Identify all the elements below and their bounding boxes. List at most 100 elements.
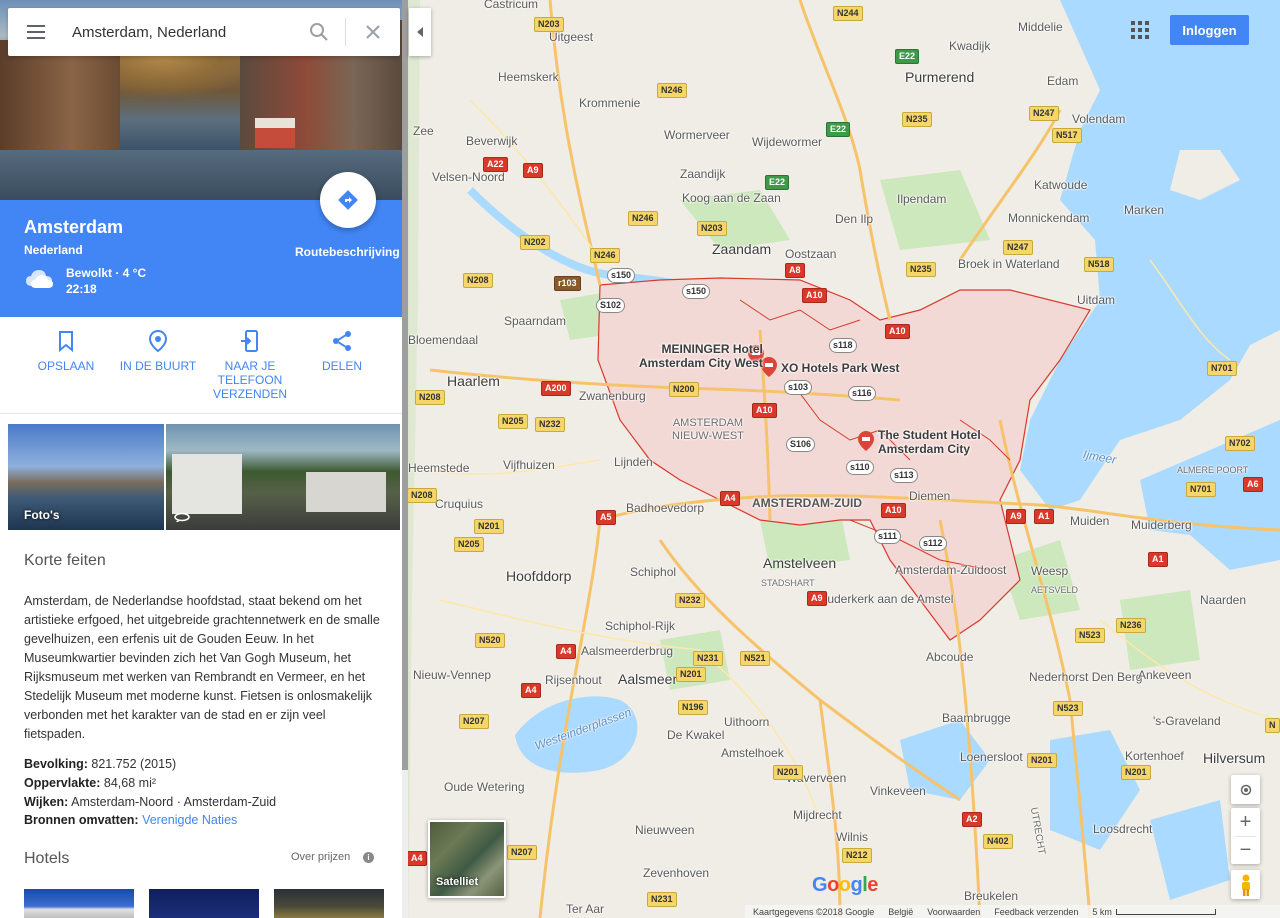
zoom-in-button[interactable]: + xyxy=(1231,808,1260,836)
district-label: ALMERE POORT xyxy=(1177,465,1249,475)
road-shield: s112 xyxy=(919,536,947,551)
share-label: DELEN xyxy=(321,359,362,373)
terms-link[interactable]: Voorwaarden xyxy=(927,907,980,917)
place-label: Abcoude xyxy=(926,650,974,664)
zoom-out-button[interactable]: − xyxy=(1231,836,1260,864)
road-shield: N523 xyxy=(1075,628,1105,643)
panel-scrollbar-thumb[interactable] xyxy=(402,0,408,770)
nearby-button[interactable]: IN DE BUURT xyxy=(112,329,204,373)
place-label: Broek in Waterland xyxy=(958,257,1060,271)
search-box xyxy=(8,8,400,56)
road-shield: E22 xyxy=(765,175,790,190)
hotel-label[interactable]: The Student Hotel Amsterdam City xyxy=(878,428,981,456)
search-input[interactable] xyxy=(64,8,293,56)
hotel-label[interactable]: MEININGER Hotel Amsterdam City West xyxy=(639,342,763,370)
road-shield: S106 xyxy=(786,437,816,452)
hotel-label[interactable]: XO Hotels Park West xyxy=(781,361,900,375)
hotel-thumbnail[interactable] xyxy=(274,889,384,918)
share-icon xyxy=(333,331,351,351)
place-label: Nederhorst Den Berg xyxy=(1029,670,1143,684)
apps-grid-icon[interactable] xyxy=(1128,18,1152,42)
road-shield: N201 xyxy=(676,667,706,682)
place-label: Weesp xyxy=(1031,564,1069,578)
place-label: Amstelveen xyxy=(763,555,837,571)
satellite-toggle[interactable]: Satelliet xyxy=(428,820,506,898)
sources-link[interactable]: Verenigde Naties xyxy=(142,813,237,827)
place-label: Uitgeest xyxy=(549,30,594,44)
photos-thumbnail[interactable]: Foto's xyxy=(8,424,164,530)
search-icon[interactable] xyxy=(293,8,345,56)
fact-label: Bronnen omvatten: xyxy=(24,813,139,827)
road-shield: N521 xyxy=(740,651,770,666)
directions-label[interactable]: Routebeschrijving xyxy=(295,245,400,259)
place-label: Castricum xyxy=(484,0,539,11)
save-label: OPSLAAN xyxy=(37,359,95,373)
hotel-pin-icon[interactable] xyxy=(761,357,777,377)
place-label: Loosdrecht xyxy=(1093,822,1153,836)
road-shield: N236 xyxy=(1116,618,1146,633)
my-location-button[interactable] xyxy=(1231,775,1260,804)
directions-button[interactable] xyxy=(320,172,376,228)
road-shield: s103 xyxy=(784,380,813,395)
road-shield: N207 xyxy=(459,714,489,729)
road-shield: A9 xyxy=(807,591,827,606)
save-button[interactable]: OPSLAAN xyxy=(20,329,112,373)
location-target-icon xyxy=(1240,784,1251,795)
road-shield: N203 xyxy=(697,221,727,236)
place-label: Velsen-Noord xyxy=(432,170,505,184)
place-label: Beverwijk xyxy=(466,134,518,148)
scale-bar[interactable]: 5 km xyxy=(1092,907,1216,917)
menu-icon[interactable] xyxy=(8,8,64,56)
satellite-label: Satelliet xyxy=(436,876,479,888)
maps-app: Castricum Uitgeest Heemskerk Krommenie W… xyxy=(0,0,1280,918)
close-icon[interactable] xyxy=(346,8,400,56)
road-shield: s116 xyxy=(848,386,876,401)
hotel-pin-icon[interactable] xyxy=(858,431,874,451)
road-shield: N202 xyxy=(520,235,550,250)
place-label: Krommenie xyxy=(579,96,641,110)
road-shield: N701 xyxy=(1186,482,1216,497)
road-shield: N235 xyxy=(906,262,936,277)
send-to-phone-button[interactable]: NAAR JE TELEFOON VERZENDEN xyxy=(204,329,296,401)
place-label: Mijdrecht xyxy=(793,808,842,822)
hotel-thumbnail[interactable] xyxy=(24,889,134,918)
place-label: Spaarndam xyxy=(504,314,567,328)
place-label: Muiden xyxy=(1070,514,1110,528)
nearby-pin-icon xyxy=(148,329,168,353)
info-icon[interactable]: i xyxy=(363,852,374,863)
feedback-link[interactable]: Feedback verzenden xyxy=(994,907,1078,917)
road-shield: A9 xyxy=(1006,509,1026,524)
road-shield: N244 xyxy=(833,6,863,21)
local-time: 22:18 xyxy=(66,282,97,296)
place-label: Ter Aar xyxy=(566,902,605,916)
region-link[interactable]: België xyxy=(888,907,913,917)
fact-area: Oppervlakte: 84,68 mi² xyxy=(24,776,156,790)
place-label: Muiderberg xyxy=(1131,518,1192,532)
road-shield: N520 xyxy=(475,633,505,648)
road-shield: s118 xyxy=(829,338,857,353)
quick-facts-title: Korte feiten xyxy=(24,552,106,569)
place-label: Marken xyxy=(1124,203,1165,217)
place-label: De Kwakel xyxy=(667,728,725,742)
fact-label: Wijken: xyxy=(24,795,69,809)
road-shield: N402 xyxy=(983,834,1013,849)
place-label: Zee xyxy=(413,124,434,138)
place-label: Cruquius xyxy=(435,497,484,511)
road-shield: N235 xyxy=(902,112,932,127)
place-label: Vinkeveen xyxy=(870,784,926,798)
collapse-panel-button[interactable] xyxy=(409,8,431,56)
login-button[interactable]: Inloggen xyxy=(1170,15,1249,45)
street-view-thumbnail[interactable] xyxy=(166,424,400,530)
place-label: Loenersloot xyxy=(960,750,1023,764)
share-button[interactable]: DELEN xyxy=(296,329,388,373)
place-label: Oude Wetering xyxy=(444,780,525,794)
place-label: Ilpendam xyxy=(897,192,947,206)
road-shield: N247 xyxy=(1029,106,1059,121)
hotel-thumbnail[interactable] xyxy=(149,889,259,918)
fact-districts: Wijken: Amsterdam-Noord · Amsterdam-Zuid xyxy=(24,795,276,809)
road-shield: A5 xyxy=(596,510,616,525)
google-logo: Google xyxy=(812,874,878,896)
about-prices-link[interactable]: Over prijzen xyxy=(291,851,350,863)
district-label: STADSHART xyxy=(761,578,815,588)
pegman-button[interactable] xyxy=(1231,870,1260,899)
